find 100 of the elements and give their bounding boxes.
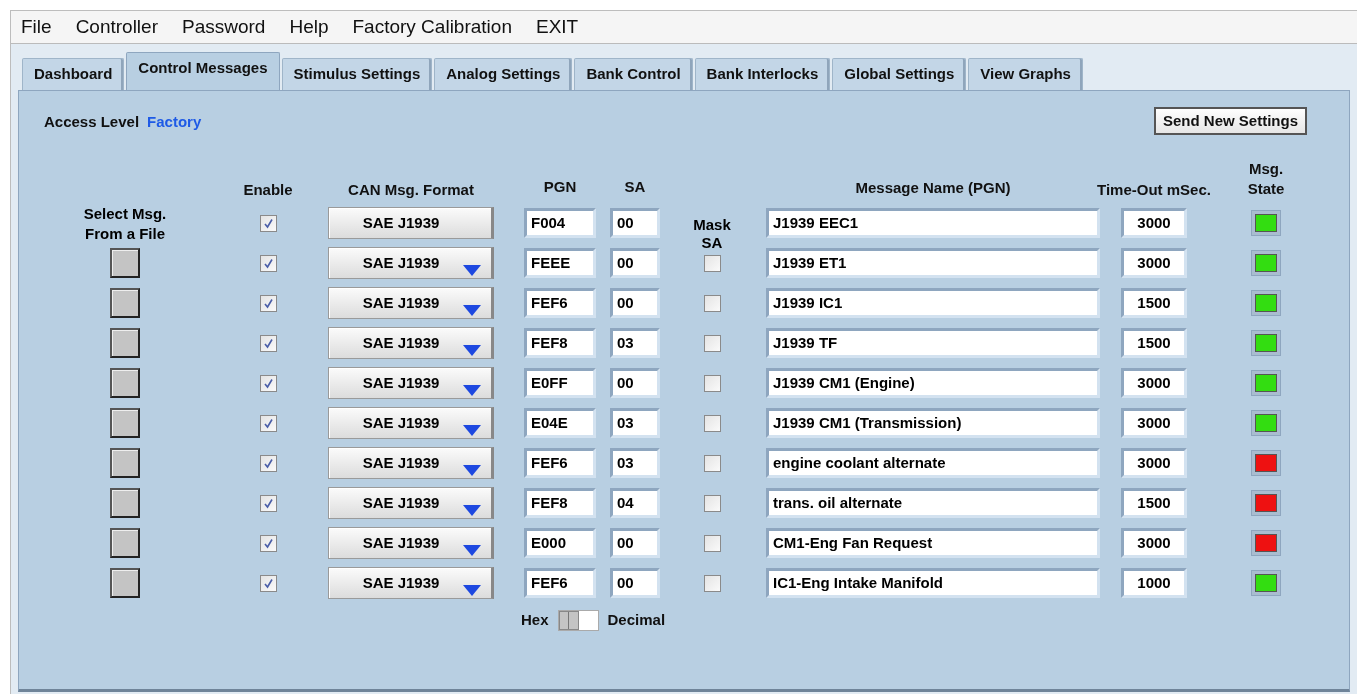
sa-field[interactable]: 00	[610, 288, 660, 318]
timeout-field[interactable]: 1500	[1121, 328, 1187, 358]
timeout-field[interactable]: 1000	[1121, 568, 1187, 598]
pgn-field[interactable]: FEF6	[524, 568, 596, 598]
message-name-field[interactable]: IC1-Eng Intake Manifold	[766, 568, 1100, 598]
message-name-field[interactable]: engine coolant alternate	[766, 448, 1100, 478]
message-name-field[interactable]: J1939 ET1	[766, 248, 1100, 278]
sa-field[interactable]: 03	[610, 408, 660, 438]
mask-sa-checkbox[interactable]	[703, 494, 721, 512]
select-file-button[interactable]	[110, 448, 140, 478]
mask-sa-checkbox[interactable]	[703, 254, 721, 272]
timeout-field[interactable]: 3000	[1121, 248, 1187, 278]
timeout-field[interactable]: 3000	[1121, 408, 1187, 438]
message-name-field[interactable]: J1939 EEC1	[766, 208, 1100, 238]
message-name-field[interactable]: J1939 CM1 (Engine)	[766, 368, 1100, 398]
mask-sa-checkbox[interactable]	[703, 454, 721, 472]
sa-field[interactable]: 00	[610, 208, 660, 238]
enable-checkbox[interactable]	[259, 214, 277, 232]
column-header: CAN Msg. Format	[348, 179, 474, 200]
menu-item[interactable]: Controller	[75, 12, 158, 42]
mask-sa-checkbox[interactable]	[703, 294, 721, 312]
menu-item[interactable]: Password	[182, 12, 266, 42]
message-name-field[interactable]: J1939 TF	[766, 328, 1100, 358]
message-name-field[interactable]: J1939 IC1	[766, 288, 1100, 318]
format-dropdown[interactable]: SAE J1939	[328, 367, 494, 399]
enable-checkbox[interactable]	[259, 374, 277, 392]
menu-item[interactable]: Help	[289, 12, 329, 42]
format-dropdown[interactable]: SAE J1939	[328, 207, 494, 239]
format-dropdown[interactable]: SAE J1939	[328, 287, 494, 319]
mask-sa-checkbox[interactable]	[703, 534, 721, 552]
pgn-field[interactable]: FEEE	[524, 248, 596, 278]
mask-sa-checkbox[interactable]	[703, 414, 721, 432]
tab[interactable]: Global Settings	[832, 58, 967, 90]
select-file-button[interactable]	[110, 288, 140, 318]
pgn-field[interactable]: E04E	[524, 408, 596, 438]
pgn-field[interactable]: FEF8	[524, 488, 596, 518]
enable-checkbox[interactable]	[259, 334, 277, 352]
format-dropdown[interactable]: SAE J1939	[328, 567, 494, 599]
select-file-button[interactable]	[110, 408, 140, 438]
dropdown-arrow-icon	[463, 465, 481, 476]
message-name-field[interactable]: CM1-Eng Fan Request	[766, 528, 1100, 558]
tab[interactable]: Bank Interlocks	[694, 58, 831, 90]
enable-checkbox[interactable]	[259, 574, 277, 592]
enable-checkbox[interactable]	[259, 494, 277, 512]
tab[interactable]: Bank Control	[574, 58, 693, 90]
menu-item[interactable]: File	[21, 12, 52, 42]
pgn-field[interactable]: FEF8	[524, 328, 596, 358]
select-file-button[interactable]	[110, 488, 140, 518]
sa-field[interactable]: 03	[610, 328, 660, 358]
timeout-field[interactable]: 3000	[1121, 448, 1187, 478]
access-level-value: Factory	[147, 112, 202, 132]
enable-checkbox[interactable]	[259, 254, 277, 272]
tab[interactable]: Dashboard	[22, 58, 125, 90]
format-dropdown[interactable]: SAE J1939	[328, 327, 494, 359]
enable-checkbox[interactable]	[259, 414, 277, 432]
hex-decimal-toggle[interactable]	[557, 609, 599, 631]
timeout-field[interactable]: 3000	[1121, 208, 1187, 238]
format-dropdown[interactable]: SAE J1939	[328, 487, 494, 519]
timeout-field[interactable]: 1500	[1121, 288, 1187, 318]
select-file-button[interactable]	[110, 368, 140, 398]
select-file-button[interactable]	[110, 528, 140, 558]
tab[interactable]: Stimulus Settings	[281, 58, 433, 90]
message-name-field[interactable]: trans. oil alternate	[766, 488, 1100, 518]
tab[interactable]: Control Messages	[126, 52, 280, 90]
format-dropdown[interactable]: SAE J1939	[328, 447, 494, 479]
menu-item[interactable]: Factory Calibration	[352, 12, 512, 42]
format-dropdown[interactable]: SAE J1939	[328, 407, 494, 439]
select-file-button[interactable]	[110, 568, 140, 598]
mask-sa-checkbox[interactable]	[703, 574, 721, 592]
format-dropdown[interactable]: SAE J1939	[328, 527, 494, 559]
timeout-field[interactable]: 3000	[1121, 368, 1187, 398]
select-file-button[interactable]	[110, 248, 140, 278]
pgn-field[interactable]: E000	[524, 528, 596, 558]
sa-field[interactable]: 00	[610, 368, 660, 398]
send-settings-button[interactable]: Send New Settings	[1153, 107, 1307, 135]
pgn-field[interactable]: E0FF	[524, 368, 596, 398]
sa-field[interactable]: 00	[610, 568, 660, 598]
check-icon	[262, 417, 274, 429]
mask-sa-checkbox[interactable]	[703, 374, 721, 392]
pgn-field[interactable]: FEF6	[524, 448, 596, 478]
sa-field[interactable]: 00	[610, 528, 660, 558]
sa-field[interactable]: 00	[610, 248, 660, 278]
sa-field[interactable]: 03	[610, 448, 660, 478]
timeout-field[interactable]: 3000	[1121, 528, 1187, 558]
format-dropdown[interactable]: SAE J1939	[328, 247, 494, 279]
pgn-field[interactable]: F004	[524, 208, 596, 238]
tab[interactable]: View Graphs	[968, 58, 1083, 90]
timeout-field[interactable]: 1500	[1121, 488, 1187, 518]
enable-checkbox[interactable]	[259, 454, 277, 472]
tab[interactable]: Analog Settings	[434, 58, 573, 90]
message-name-field[interactable]: J1939 CM1 (Transmission)	[766, 408, 1100, 438]
enable-checkbox[interactable]	[259, 534, 277, 552]
mask-sa-checkbox[interactable]	[703, 334, 721, 352]
sa-field[interactable]: 04	[610, 488, 660, 518]
pgn-field[interactable]: FEF6	[524, 288, 596, 318]
check-icon	[262, 297, 274, 309]
enable-checkbox[interactable]	[259, 294, 277, 312]
select-file-button[interactable]	[110, 328, 140, 358]
menu-item[interactable]: EXIT	[535, 12, 579, 42]
check-icon	[262, 457, 274, 469]
